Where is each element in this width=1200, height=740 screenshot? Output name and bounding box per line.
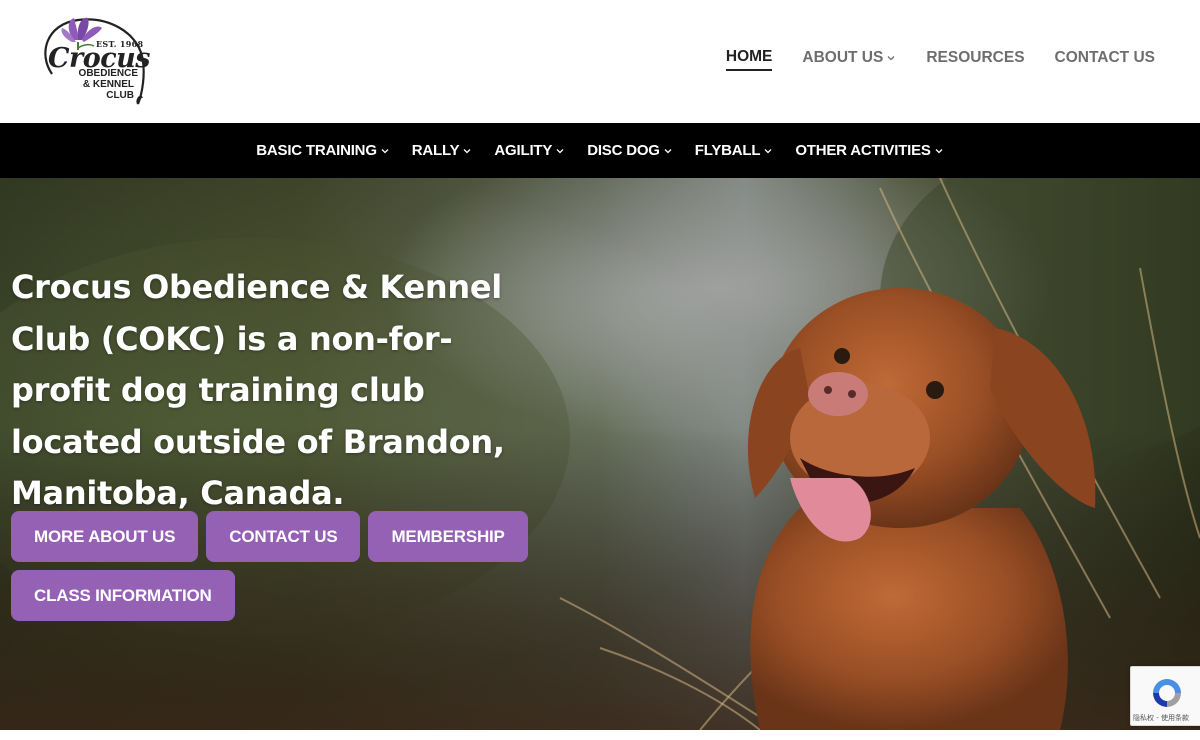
chevron-down-icon <box>462 146 472 156</box>
nav-flyball-label: FLYBALL <box>694 142 761 159</box>
membership-button[interactable]: MEMBERSHIP <box>368 511 528 562</box>
main-nav: HOME ABOUT US RESOURCES CONTACT US <box>725 48 1155 71</box>
logo-line-3: CLUB <box>106 90 134 101</box>
hero-button-row-1: MORE ABOUT US CONTACT US MEMBERSHIP <box>11 511 528 562</box>
nav-basic-training[interactable]: BASIC TRAINING <box>256 142 390 159</box>
hero-button-row-2: CLASS INFORMATION <box>11 570 235 621</box>
chevron-down-icon <box>763 146 773 156</box>
chevron-down-icon <box>555 146 565 156</box>
logo-line-2: & KENNEL <box>82 79 134 90</box>
nav-resources[interactable]: RESOURCES <box>926 49 1024 70</box>
nav-resources-label: RESOURCES <box>926 49 1025 66</box>
nav-rally-label: RALLY <box>411 142 460 159</box>
chevron-down-icon <box>934 146 944 156</box>
nav-home[interactable]: HOME <box>725 48 773 71</box>
nav-about-us-label: ABOUT US <box>802 49 884 66</box>
hero-section: Crocus Obedience & Kennel Club (COKC) is… <box>0 178 1200 730</box>
nav-contact-us-label: CONTACT US <box>1054 49 1155 66</box>
nav-disc-dog[interactable]: DISC DOG <box>587 142 673 159</box>
contact-us-button[interactable]: CONTACT US <box>206 511 361 562</box>
logo-text: EST. 1968 Crocus OBEDIENCE & KENNEL CLUB <box>38 14 151 108</box>
chevron-down-icon <box>663 146 673 156</box>
recaptcha-badge[interactable]: 隐私权 - 使用条款 <box>1130 666 1200 726</box>
chevron-down-icon <box>380 146 390 156</box>
hero-headline: Crocus Obedience & Kennel Club (COKC) is… <box>11 268 505 512</box>
nav-flyball[interactable]: FLYBALL <box>695 142 774 159</box>
logo-line-1: OBEDIENCE <box>78 68 138 79</box>
class-information-button[interactable]: CLASS INFORMATION <box>11 570 235 621</box>
recaptcha-icon <box>1149 675 1185 711</box>
nav-rally[interactable]: RALLY <box>412 142 473 159</box>
recaptcha-links[interactable]: 隐私权 - 使用条款 <box>1133 713 1200 723</box>
activity-nav: BASIC TRAINING RALLY AGILITY DISC DOG FL… <box>0 123 1200 178</box>
nav-basic-training-label: BASIC TRAINING <box>256 142 377 159</box>
nav-agility-label: AGILITY <box>494 142 553 159</box>
nav-other-activities[interactable]: OTHER ACTIVITIES <box>795 142 943 159</box>
nav-agility[interactable]: AGILITY <box>494 142 565 159</box>
nav-disc-dog-label: DISC DOG <box>587 142 660 159</box>
more-about-us-button[interactable]: MORE ABOUT US <box>11 511 199 562</box>
nav-contact-us[interactable]: CONTACT US <box>1055 49 1155 70</box>
site-logo[interactable]: EST. 1968 Crocus OBEDIENCE & KENNEL CLUB <box>38 14 151 108</box>
nav-home-label: HOME <box>725 48 773 65</box>
nav-other-activities-label: OTHER ACTIVITIES <box>795 142 931 159</box>
site-header: EST. 1968 Crocus OBEDIENCE & KENNEL CLUB… <box>0 0 1200 123</box>
nav-about-us[interactable]: ABOUT US <box>802 49 896 70</box>
chevron-down-icon <box>886 53 896 63</box>
